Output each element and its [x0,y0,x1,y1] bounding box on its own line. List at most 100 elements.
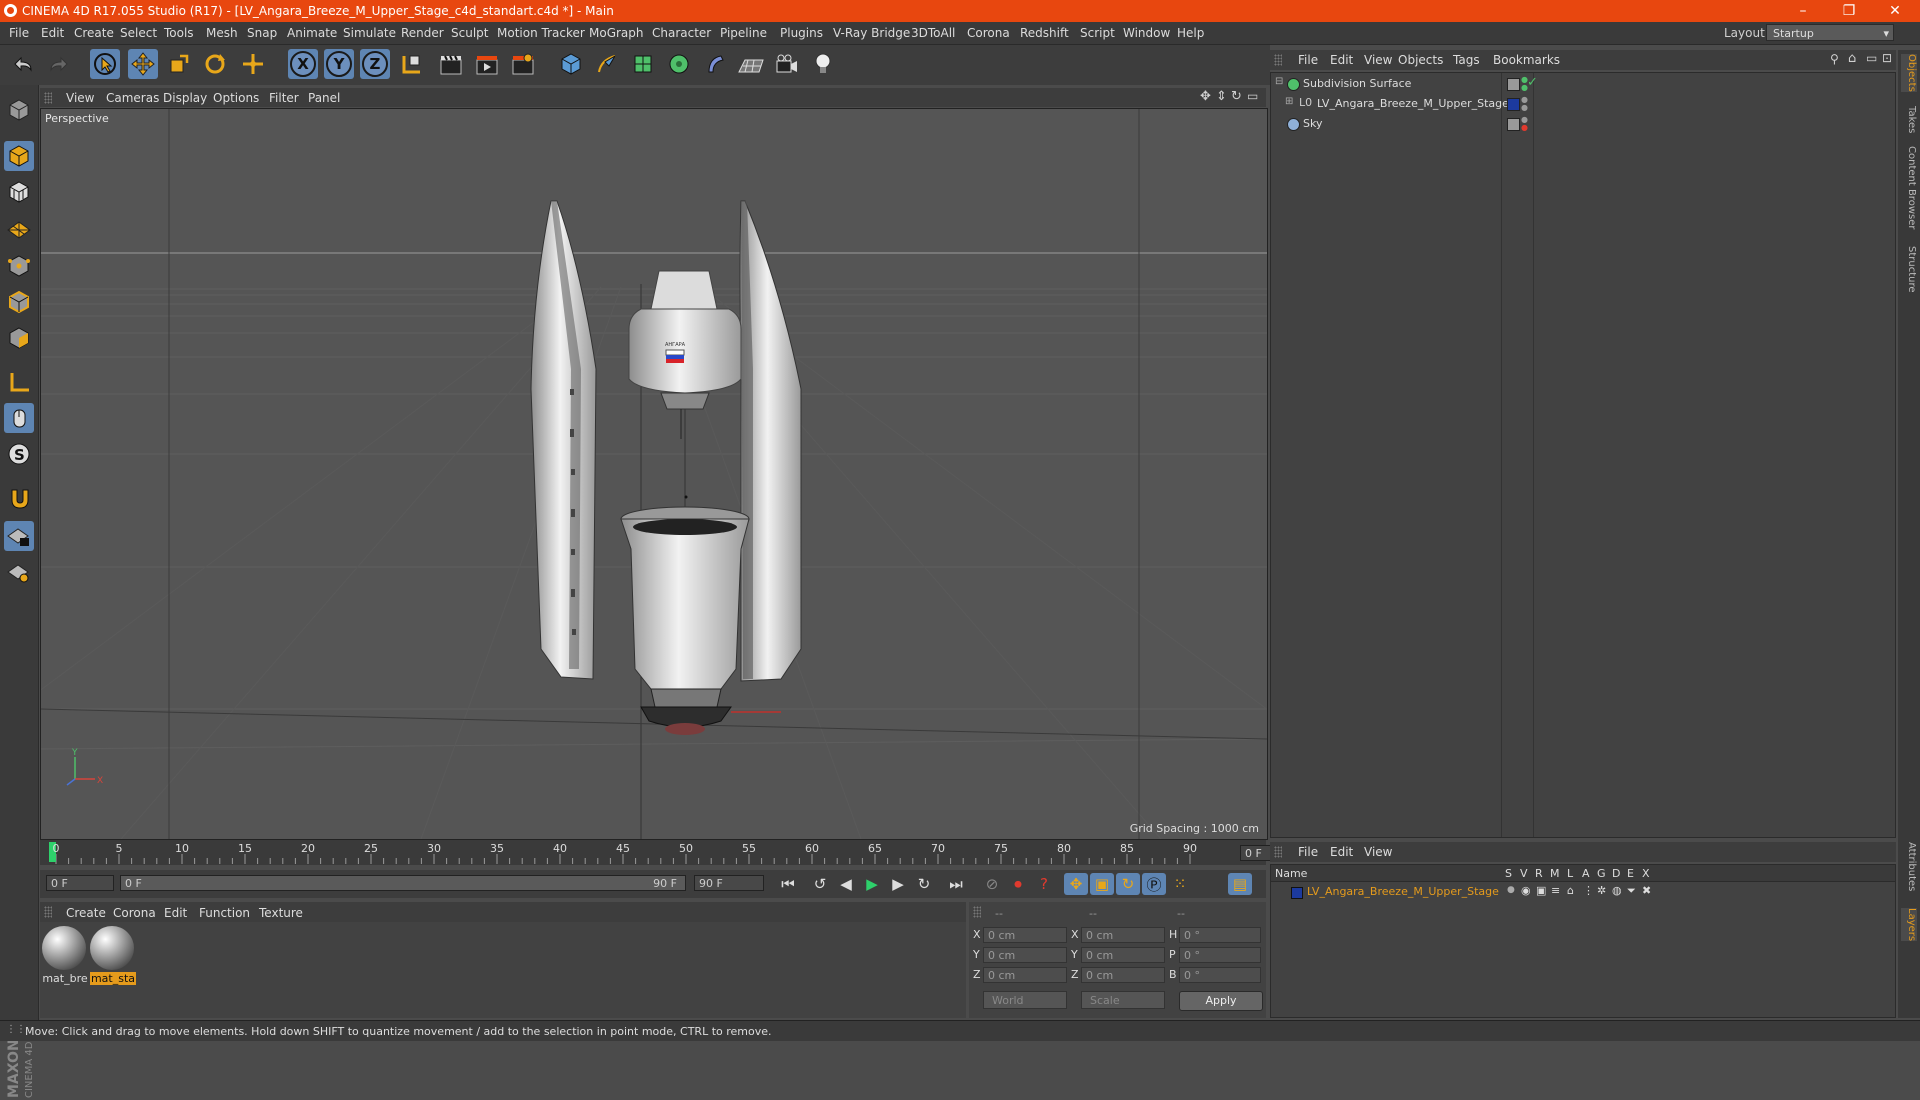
menu-file[interactable]: File [9,26,29,40]
new-view-icon[interactable]: ▭ [1866,51,1877,65]
tab-attributes[interactable]: Attributes [1901,842,1917,891]
tab-takes[interactable]: Takes [1901,106,1917,133]
key-rotation-button[interactable]: ↻ [1116,873,1140,895]
viewport-menu-cameras[interactable]: Cameras [106,91,159,105]
panel-grip-icon[interactable] [44,906,52,918]
eye-icon[interactable]: ◉ [1521,884,1531,897]
select-tool-button[interactable] [90,49,120,79]
go-to-end-button[interactable]: ⏭ [944,873,968,895]
live-transform-button[interactable] [238,49,268,79]
material-menu-function[interactable]: Function [199,906,250,920]
camera-button[interactable] [772,49,802,79]
menu-sculpt[interactable]: Sculpt [451,26,488,40]
next-frame-button[interactable]: ▶ [886,873,910,895]
auto-key-button[interactable]: ⏺ [1006,873,1030,895]
render-dot-icon[interactable]: ● [1521,103,1528,112]
coordinate-space-dropdown[interactable]: World [983,991,1067,1009]
lock-icon[interactable]: ⌂ [1567,884,1574,897]
render-toggle-icon[interactable]: ▣ [1536,884,1546,897]
record-keys-button[interactable]: ⊘ [980,873,1004,895]
key-position-button[interactable]: ✥ [1064,873,1088,895]
xref-toggle-icon[interactable]: ✖ [1642,884,1651,897]
workplane-mode-button[interactable] [4,213,34,243]
menu-character[interactable]: Character [652,26,711,40]
material-menu-edit[interactable]: Edit [164,906,187,920]
rotate-tool-button[interactable] [200,49,230,79]
layer-swatch-icon[interactable] [1507,98,1520,111]
viewport-rotate-icon[interactable]: ↻ [1231,89,1242,104]
points-mode-button[interactable] [4,251,34,281]
menu-motion-tracker[interactable]: Motion Tracker [497,26,585,40]
cloner-button[interactable] [664,49,694,79]
size-mode-dropdown[interactable]: Scale [1081,991,1165,1009]
panel-grip-icon[interactable] [1274,846,1282,858]
light-button[interactable] [808,49,838,79]
material-menu-create[interactable]: Create [66,906,106,920]
generator-toggle-icon[interactable]: ✲ [1597,884,1606,897]
menu-redshift[interactable]: Redshift [1020,26,1069,40]
texture-mode-button[interactable] [4,177,34,207]
expand-collapse-icon[interactable]: ⊞ [1285,96,1293,107]
keyframe-selection-button[interactable]: ? [1032,873,1056,895]
timeline-ruler[interactable]: 0 5 10 15 20 25 30 35 40 45 50 55 60 65 … [40,840,1302,865]
viewport-pan-icon[interactable]: ✥ [1200,89,1211,104]
object-menu-bookmarks[interactable]: Bookmarks [1493,53,1560,67]
object-row[interactable]: Sky ● ● [1271,115,1895,133]
start-frame-field[interactable]: 0 F [46,875,114,891]
menu-mograph[interactable]: MoGraph [589,26,644,40]
scale-tool-button[interactable] [164,49,194,79]
menu-mesh[interactable]: Mesh [206,26,238,40]
menu-3dtoall[interactable]: 3DToAll [911,26,955,40]
subdivision-surface-button[interactable] [628,49,658,79]
expand-collapse-icon[interactable]: ⊟ [1275,76,1283,87]
tab-content-browser[interactable]: Content Browser [1901,146,1917,229]
render-dot-icon[interactable]: ● [1521,123,1528,132]
menu-simulate[interactable]: Simulate [343,26,396,40]
axis-y-lock-button[interactable]: Y [324,49,354,79]
layout-dropdown[interactable]: Startup ▾ [1766,24,1894,41]
rotation-p-field[interactable]: 0 ° [1179,947,1261,963]
floor-button[interactable] [736,49,766,79]
key-scale-button[interactable]: ▣ [1090,873,1114,895]
preview-range-slider[interactable]: 0 F 90 F [120,875,686,891]
axis-mode-button[interactable] [4,367,34,397]
render-view-button[interactable] [436,49,466,79]
panel-grip-icon[interactable] [44,92,52,104]
object-menu-tags[interactable]: Tags [1453,53,1480,67]
model-mode-button[interactable] [4,141,34,171]
material-swatch[interactable]: mat_bre [42,926,88,986]
home-icon[interactable]: ⌂ [1848,51,1856,66]
viewport-menu-panel[interactable]: Panel [308,91,340,105]
redo-button[interactable] [44,49,74,79]
panel-grip-icon[interactable] [973,906,981,918]
position-x-field[interactable]: 0 cm [983,927,1067,943]
layer-swatch-icon[interactable] [1507,118,1520,131]
material-menu-texture[interactable]: Texture [259,906,303,920]
menu-window[interactable]: Window [1123,26,1170,40]
close-button[interactable]: ✕ [1872,0,1918,22]
play-button[interactable]: ▶ [860,873,884,895]
size-x-field[interactable]: 0 cm [1081,927,1165,943]
object-menu-file[interactable]: File [1298,53,1318,67]
menu-select[interactable]: Select [120,26,157,40]
search-icon[interactable]: ⚲ [1830,52,1839,66]
tweak-mode-button[interactable] [4,403,34,433]
perspective-viewport[interactable]: АНГАРА Y X Perspective Grid Spacing : 10… [40,108,1268,840]
timeline-window-button[interactable]: ▤ [1228,873,1252,895]
object-row[interactable]: ⊞ L0 LV_Angara_Breeze_M_Upper_Stage ● ● [1271,95,1895,113]
layer-menu-edit[interactable]: Edit [1330,845,1353,859]
object-menu-edit[interactable]: Edit [1330,53,1353,67]
cube-object-button[interactable] [556,49,586,79]
expression-toggle-icon[interactable]: ⏷ [1627,884,1636,898]
panel-grip-icon[interactable] [1274,54,1282,66]
menu-animate[interactable]: Animate [287,26,337,40]
animation-toggle-icon[interactable]: ⋮ [1583,884,1594,897]
end-frame-field[interactable]: 90 F [694,875,764,891]
maximize-icon[interactable]: ⊡ [1882,51,1892,65]
key-pla-button[interactable]: ⁙ [1168,873,1192,895]
menu-pipeline[interactable]: Pipeline [720,26,767,40]
viewport-menu-filter[interactable]: Filter [269,91,299,105]
deformer-button[interactable] [700,49,730,79]
menu-create[interactable]: Create [74,26,114,40]
rotation-b-field[interactable]: 0 ° [1179,967,1261,983]
